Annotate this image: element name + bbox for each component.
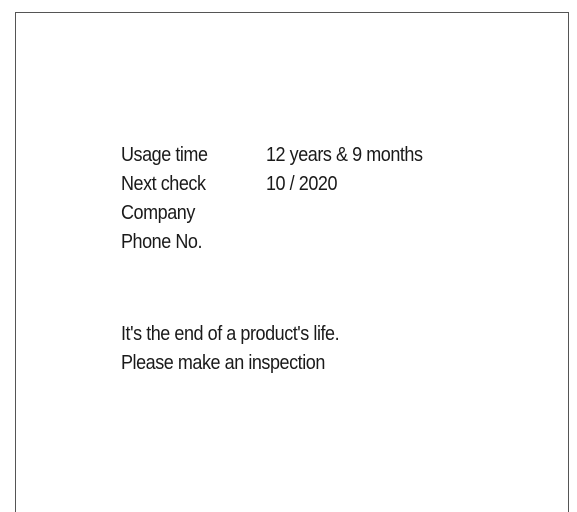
next-check-label: Next check xyxy=(121,173,206,195)
message-line-1: It's the end of a product's life. xyxy=(121,323,340,345)
message-line-2: Please make an inspection xyxy=(121,352,325,374)
next-check-value: 10 / 2020 xyxy=(266,173,338,195)
phone-label: Phone No. xyxy=(121,231,203,253)
company-row: Company xyxy=(121,199,440,228)
company-label: Company xyxy=(121,202,195,224)
usage-time-row: Usage time 12 years & 9 months xyxy=(121,141,440,170)
usage-time-label: Usage time xyxy=(121,144,208,166)
end-of-life-message: It's the end of a product's life. Please… xyxy=(121,320,363,378)
info-panel: Usage time 12 years & 9 months Next chec… xyxy=(15,12,569,512)
device-info-table: Usage time 12 years & 9 months Next chec… xyxy=(121,141,440,257)
phone-row: Phone No. xyxy=(121,228,440,257)
next-check-row: Next check 10 / 2020 xyxy=(121,170,440,199)
usage-time-value: 12 years & 9 months xyxy=(266,144,423,166)
